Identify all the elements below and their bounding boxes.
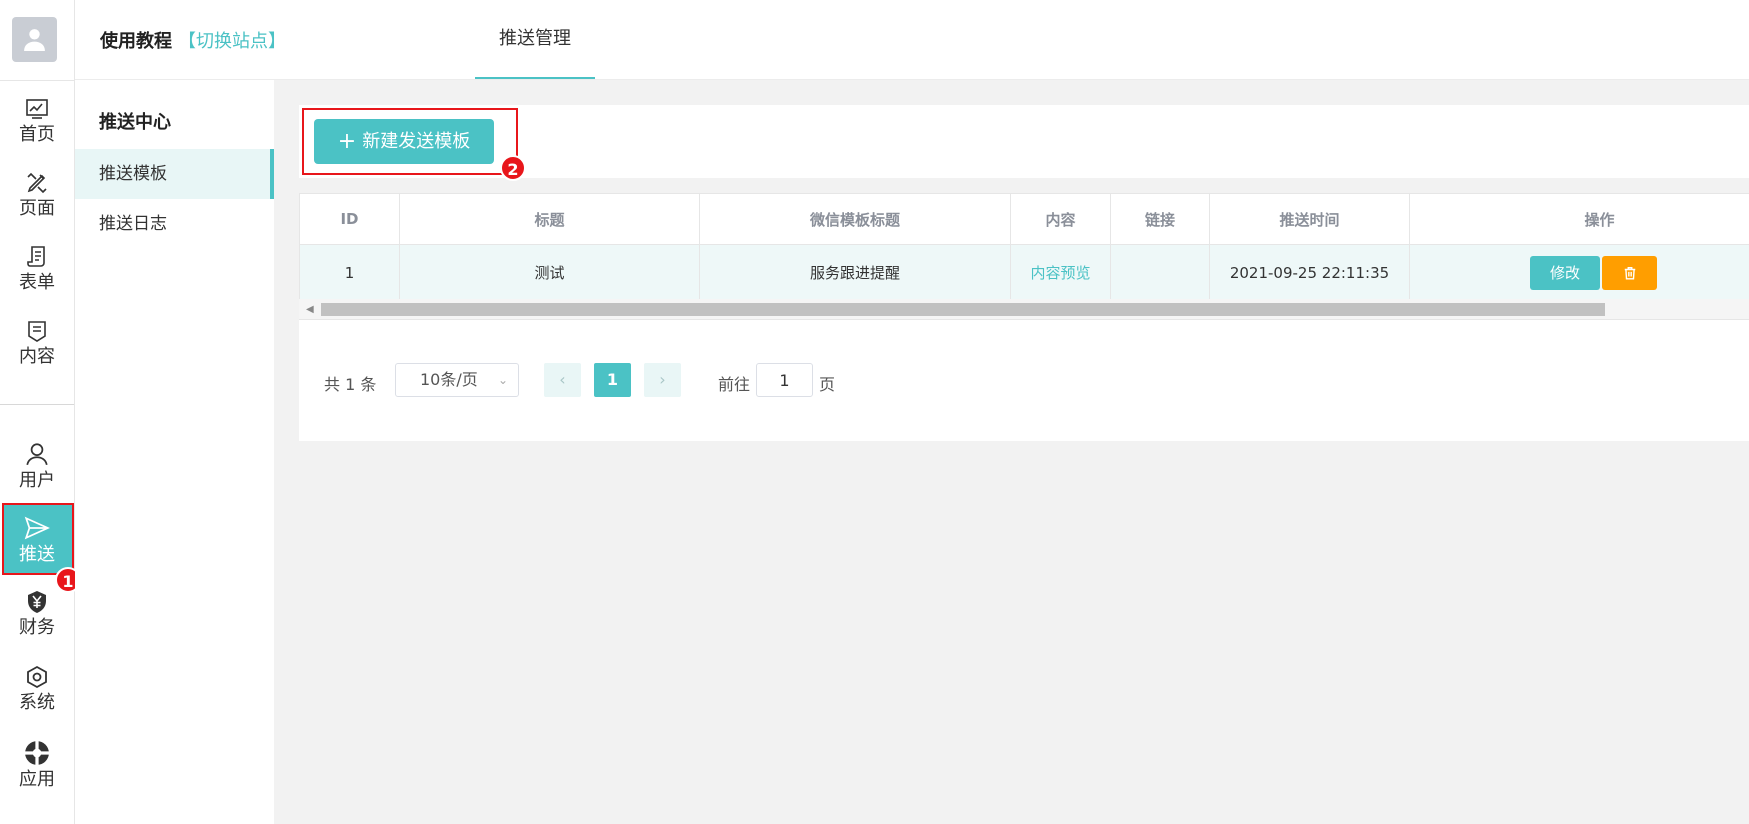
nav-label-page: 页面 <box>19 198 55 219</box>
tab-push-management[interactable]: 推送管理 <box>475 0 595 79</box>
goto-label: 前往 <box>718 375 751 394</box>
cell-id: 1 <box>299 244 400 301</box>
table-header-row: ID 标题 微信模板标题 内容 链接 推送时间 操作 <box>299 193 1749 245</box>
scroll-left-icon[interactable]: ◀ <box>306 304 314 315</box>
nav-item-home[interactable]: 首页 <box>2 87 72 157</box>
column-header-content[interactable]: 内容 <box>1010 193 1111 245</box>
brand-title: 使用教程 <box>100 31 172 52</box>
page-number-button[interactable]: 1 <box>594 363 631 397</box>
divider <box>0 80 74 81</box>
cell-content: 内容预览 <box>1010 244 1111 301</box>
horizontal-scrollbar[interactable]: ◀ <box>299 299 1749 320</box>
nav-label-home: 首页 <box>19 124 55 145</box>
prev-page-button[interactable]: ‹ <box>544 363 581 397</box>
next-page-button[interactable]: › <box>644 363 681 397</box>
nav-item-content[interactable]: 内容 <box>2 309 72 379</box>
delete-button[interactable] <box>1602 255 1657 290</box>
column-header-id[interactable]: ID <box>299 193 400 245</box>
nav-label-finance: 财务 <box>19 617 55 638</box>
nav-label-form: 表单 <box>19 272 55 293</box>
edit-button[interactable]: 修改 <box>1530 255 1600 290</box>
annotation-highlight-box <box>2 503 74 575</box>
column-header-wx-title[interactable]: 微信模板标题 <box>699 193 1011 245</box>
nav-item-apps[interactable]: 应用 <box>2 730 72 800</box>
chevron-left-icon: ‹ <box>559 370 566 389</box>
column-header-title[interactable]: 标题 <box>399 193 700 245</box>
nav-item-user[interactable]: 用户 <box>2 431 72 501</box>
column-header-time[interactable]: 推送时间 <box>1209 193 1410 245</box>
goto-suffix: 页 <box>819 375 836 394</box>
left-nav-rail: 首页 页面 表单 内容 用户 推送 财务 系统 应用 <box>0 0 75 824</box>
finance-icon <box>28 591 46 613</box>
column-header-actions[interactable]: 操作 <box>1409 193 1749 245</box>
cell-link <box>1110 244 1210 301</box>
cell-title: 测试 <box>399 244 700 301</box>
trash-icon <box>1624 266 1635 280</box>
goto-page-input[interactable] <box>756 363 813 397</box>
top-bar: 使用教程 【切换站点】 推送管理 <box>75 0 1749 80</box>
nav-label-system: 系统 <box>19 692 55 713</box>
template-table: ID 标题 微信模板标题 内容 链接 推送时间 操作 1 测试 服务跟进提醒 内… <box>299 193 1749 301</box>
nav-item-page[interactable]: 页面 <box>2 161 72 231</box>
cell-wx-title: 服务跟进提醒 <box>699 244 1011 301</box>
scrollbar-thumb[interactable] <box>321 303 1605 316</box>
content-preview-link[interactable]: 内容预览 <box>1030 264 1090 282</box>
annotation-highlight-box <box>302 108 518 175</box>
annotation-badge-2: 2 <box>500 155 526 181</box>
settings-icon <box>27 665 47 689</box>
page-size-select[interactable]: 10条/页 ⌄ <box>395 363 519 397</box>
nav-item-system[interactable]: 系统 <box>2 655 72 725</box>
nav-label-apps: 应用 <box>19 769 55 790</box>
content-icon <box>28 321 46 342</box>
chart-icon <box>26 99 48 119</box>
sidebar-title: 推送中心 <box>99 112 171 133</box>
column-header-link[interactable]: 链接 <box>1110 193 1210 245</box>
table-row: 1 测试 服务跟进提醒 内容预览 2021-09-25 22:11:35 修改 <box>299 244 1749 301</box>
nav-label-user: 用户 <box>19 470 55 491</box>
cell-time: 2021-09-25 22:11:35 <box>1209 244 1410 301</box>
nav-label-content: 内容 <box>19 346 55 367</box>
page-size-value: 10条/页 <box>420 370 478 389</box>
secondary-sidebar: 推送中心 推送模板 推送日志 <box>75 80 274 824</box>
nav-item-form[interactable]: 表单 <box>2 235 72 305</box>
apps-icon <box>24 740 50 766</box>
table-card: ID 标题 微信模板标题 内容 链接 推送时间 操作 1 测试 服务跟进提醒 内… <box>299 193 1749 441</box>
avatar[interactable] <box>12 17 57 62</box>
design-icon <box>27 172 47 194</box>
chevron-down-icon: ⌄ <box>497 373 508 387</box>
divider <box>0 404 74 405</box>
person-icon <box>24 29 45 51</box>
sidebar-item-push-template[interactable]: 推送模板 <box>75 149 274 199</box>
chevron-right-icon: › <box>659 370 666 389</box>
total-count: 共 1 条 <box>324 375 377 394</box>
cell-actions: 修改 <box>1409 244 1749 301</box>
form-icon <box>27 246 45 267</box>
sidebar-item-push-log[interactable]: 推送日志 <box>75 199 274 249</box>
pagination: 共 1 条 10条/页 ⌄ ‹ 1 › 前往 页 <box>299 363 1749 403</box>
user-icon <box>26 443 48 466</box>
switch-site-link[interactable]: 【切换站点】 <box>178 27 286 53</box>
